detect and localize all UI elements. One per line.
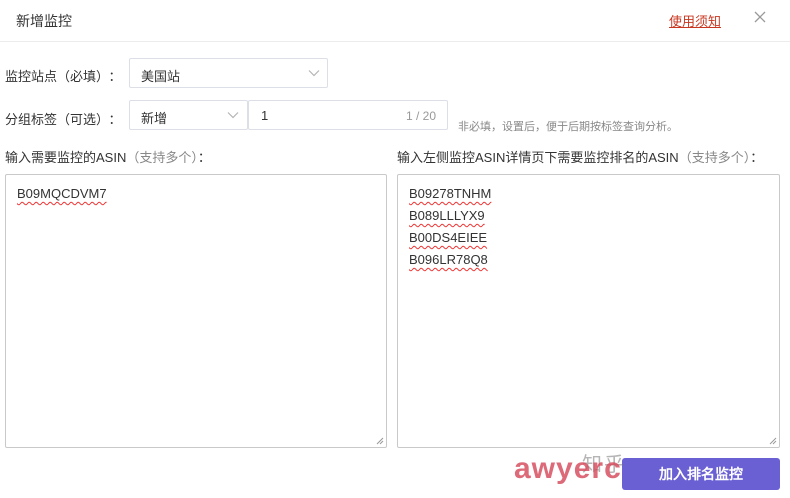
asin-line: B09278TNHM: [409, 186, 492, 201]
site-label-text: 监控站点（必填）: [5, 69, 103, 84]
monitor-asin-label-text: 输入需要监控的ASIN: [5, 150, 127, 165]
group-hint: 非必填，设置后，便于后期按标签查询分析。: [458, 121, 678, 133]
chevron-down-icon: [227, 112, 239, 119]
group-select[interactable]: 新增: [129, 100, 248, 130]
char-counter: 1 / 20: [405, 109, 436, 123]
close-icon[interactable]: [752, 9, 768, 25]
usage-notes-link[interactable]: 使用须知: [669, 11, 721, 30]
dialog-title: 新增监控: [16, 13, 72, 29]
monitor-asin-textarea[interactable]: B09MQCDVM7: [5, 174, 387, 448]
asin-line: B09MQCDVM7: [17, 186, 107, 201]
site-label-colon: ：: [108, 69, 122, 84]
monitor-asin-label-note: （支持多个）: [126, 150, 198, 165]
resize-handle-icon[interactable]: [769, 437, 777, 445]
site-select[interactable]: 美国站: [129, 58, 328, 88]
resize-handle-icon[interactable]: [376, 437, 384, 445]
asin-line: B089LLLYX9: [409, 208, 485, 223]
site-select-value: 美国站: [141, 69, 181, 84]
monitor-asin-label-colon: ：: [197, 150, 211, 165]
group-select-value: 新增: [141, 111, 168, 126]
dialog-header: 新增监控 使用须知: [0, 0, 790, 42]
group-label-text: 分组标签（可选）: [5, 112, 103, 127]
asin-line: B096LR78Q8: [409, 252, 488, 267]
rank-asin-label-note: （支持多个）: [678, 150, 751, 165]
chevron-down-icon: [308, 70, 320, 77]
group-label: 分组标签（可选） ：: [5, 109, 122, 128]
add-rank-monitor-button[interactable]: 加入排名监控: [622, 458, 780, 490]
rank-asin-label-text: 输入左侧监控ASIN详情页下需要监控排名的ASIN: [397, 150, 679, 165]
watermark: awyerc: [514, 452, 622, 485]
monitor-asin-label: 输入需要监控的ASIN（支持多个）：: [5, 147, 211, 166]
group-label-colon: ：: [108, 112, 122, 127]
rank-asin-label: 输入左侧监控ASIN详情页下需要监控排名的ASIN（支持多个）：: [397, 147, 763, 166]
group-tag-input-value: 1: [261, 108, 269, 123]
site-label: 监控站点（必填） ：: [5, 66, 122, 85]
rank-asin-textarea[interactable]: B09278TNHM B089LLLYX9 B00DS4EIEE B096LR7…: [397, 174, 780, 448]
group-tag-input[interactable]: 1 1 / 20: [248, 100, 448, 130]
asin-line: B00DS4EIEE: [409, 230, 488, 245]
rank-asin-label-colon: ：: [750, 150, 764, 165]
